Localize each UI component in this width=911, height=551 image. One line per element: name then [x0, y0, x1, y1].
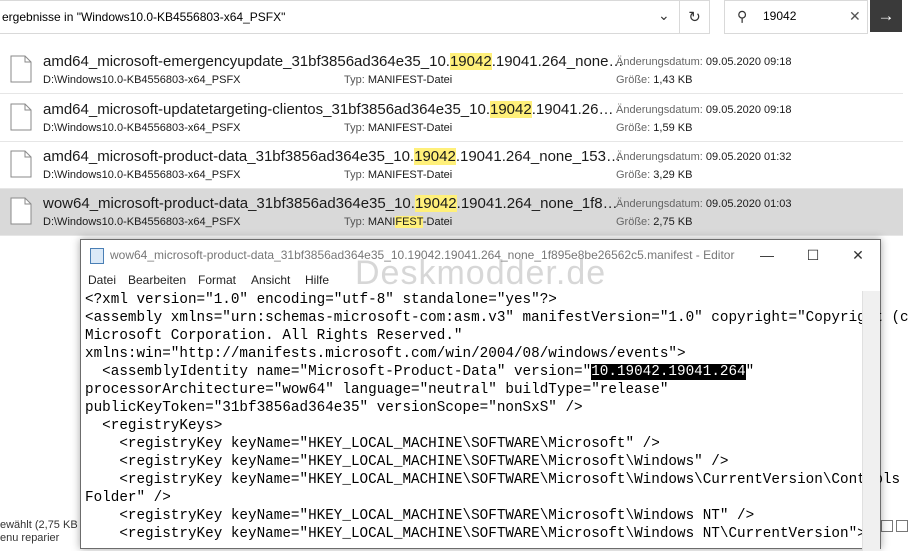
result-row[interactable]: amd64_microsoft-product-data_31bf3856ad3…: [0, 142, 903, 189]
selected-version-text: 10.19042.19041.264: [591, 364, 746, 380]
file-path: D:\Windows10.0-KB4556803-x64_PSFX: [43, 169, 241, 181]
file-type: Typ: MANIFEST-Datei: [344, 169, 453, 181]
text-line: publicKeyToken="31bf3856ad364e35" versio…: [85, 400, 583, 416]
search-highlight: 19042: [414, 195, 457, 212]
text-line-version: <assemblyIdentity name="Microsoft-Produc…: [85, 364, 755, 380]
status-selected: ewählt (2,75 KB: [0, 519, 78, 531]
chevron-down-icon[interactable]: ⌄: [658, 7, 670, 24]
file-date: Änderungsdatum: 09.05.2020 01:03: [616, 198, 792, 210]
text-line: processorArchitecture="wow64" language="…: [85, 382, 669, 398]
file-name[interactable]: amd64_microsoft-product-data_31bf3856ad3…: [43, 148, 621, 165]
file-date: Änderungsdatum: 09.05.2020 01:32: [616, 151, 792, 163]
search-icon: ⚲: [737, 8, 748, 24]
text-line: Microsoft Corporation. All Rights Reserv…: [85, 328, 463, 344]
file-icon: [10, 197, 32, 225]
text-line: <registryKey keyName="HKEY_LOCAL_MACHINE…: [85, 454, 729, 470]
refresh-button[interactable]: ↻: [680, 0, 710, 34]
search-highlight: 19042: [449, 53, 492, 70]
search-highlight: 19042: [414, 148, 456, 165]
file-type: Typ: MANIFEST-Datei: [344, 74, 453, 86]
minimize-button[interactable]: —: [744, 240, 790, 270]
text-line: <registryKey keyName="HKEY_LOCAL_MACHINE…: [85, 472, 901, 488]
result-row[interactable]: wow64_microsoft-product-data_31bf3856ad3…: [0, 189, 903, 236]
menu-bearbeiten[interactable]: Bearbeiten: [128, 273, 186, 287]
close-icon[interactable]: ✕: [849, 8, 861, 25]
file-name[interactable]: wow64_microsoft-product-data_31bf3856ad3…: [43, 195, 618, 212]
file-path: D:\Windows10.0-KB4556803-x64_PSFX: [43, 74, 241, 86]
maximize-button[interactable]: ☐: [790, 240, 836, 270]
file-date: Änderungsdatum: 09.05.2020 09:18: [616, 104, 792, 116]
file-path: D:\Windows10.0-KB4556803-x64_PSFX: [43, 216, 241, 228]
watermark-logo: Deskmodder.de: [355, 254, 607, 292]
vertical-scrollbar[interactable]: [862, 291, 880, 551]
search-highlight: 19042: [490, 101, 532, 118]
search-box[interactable]: ⚲ ✕: [724, 0, 868, 34]
text-line: <registryKey keyName="HKEY_LOCAL_MACHINE…: [85, 436, 660, 452]
refresh-icon: ↻: [688, 9, 701, 26]
arrow-right-icon: →: [877, 6, 895, 25]
file-type: Typ: MANIFEST-Datei: [344, 216, 453, 228]
menu-ansicht[interactable]: Ansicht: [251, 273, 290, 287]
file-type: Typ: MANIFEST-Datei: [344, 122, 453, 134]
tiles-view-icon[interactable]: [896, 520, 908, 532]
search-go-button[interactable]: →: [870, 0, 902, 32]
result-row[interactable]: amd64_microsoft-emergencyupdate_31bf3856…: [0, 47, 903, 94]
address-text: ergebnisse in "Windows10.0-KB4556803-x64…: [2, 10, 286, 24]
text-line: <registryKeys>: [85, 418, 223, 434]
file-name[interactable]: amd64_microsoft-emergencyupdate_31bf3856…: [43, 53, 623, 70]
menu-hilfe[interactable]: Hilfe: [305, 273, 329, 287]
text-line: xmlns:win="http://manifests.microsoft.co…: [85, 346, 686, 362]
file-icon: [10, 55, 32, 83]
menu-datei[interactable]: Datei: [88, 273, 116, 287]
address-bar[interactable]: ergebnisse in "Windows10.0-KB4556803-x64…: [0, 0, 680, 34]
file-size: Größe: 3,29 KB: [616, 169, 693, 181]
file-path: D:\Windows10.0-KB4556803-x64_PSFX: [43, 122, 241, 134]
details-view-icon[interactable]: [881, 520, 893, 532]
file-icon: [10, 103, 32, 131]
file-size: Größe: 1,59 KB: [616, 122, 693, 134]
text-line: <registryKey keyName="HKEY_LOCAL_MACHINE…: [85, 526, 866, 542]
result-row[interactable]: amd64_microsoft-updatetargeting-clientos…: [0, 95, 903, 142]
text-line: <?xml version="1.0" encoding="utf-8" sta…: [85, 292, 557, 308]
search-input[interactable]: [763, 9, 843, 23]
file-size: Größe: 2,75 KB: [616, 216, 693, 228]
text-line: <assembly xmlns="urn:schemas-microsoft-c…: [85, 310, 911, 326]
file-size: Größe: 1,43 KB: [616, 74, 693, 86]
text-line: Folder" />: [85, 490, 171, 506]
file-date: Änderungsdatum: 09.05.2020 09:18: [616, 56, 792, 68]
file-name[interactable]: amd64_microsoft-updatetargeting-clientos…: [43, 101, 613, 118]
notepad-icon: [90, 248, 104, 264]
menu-format[interactable]: Format: [198, 273, 236, 287]
text-line: <registryKey keyName="HKEY_LOCAL_MACHINE…: [85, 508, 755, 524]
editor-textarea[interactable]: <?xml version="1.0" encoding="utf-8" sta…: [85, 291, 911, 543]
close-button[interactable]: ✕: [835, 240, 881, 270]
status-repair: enu reparier: [0, 532, 60, 544]
file-icon: [10, 150, 32, 178]
